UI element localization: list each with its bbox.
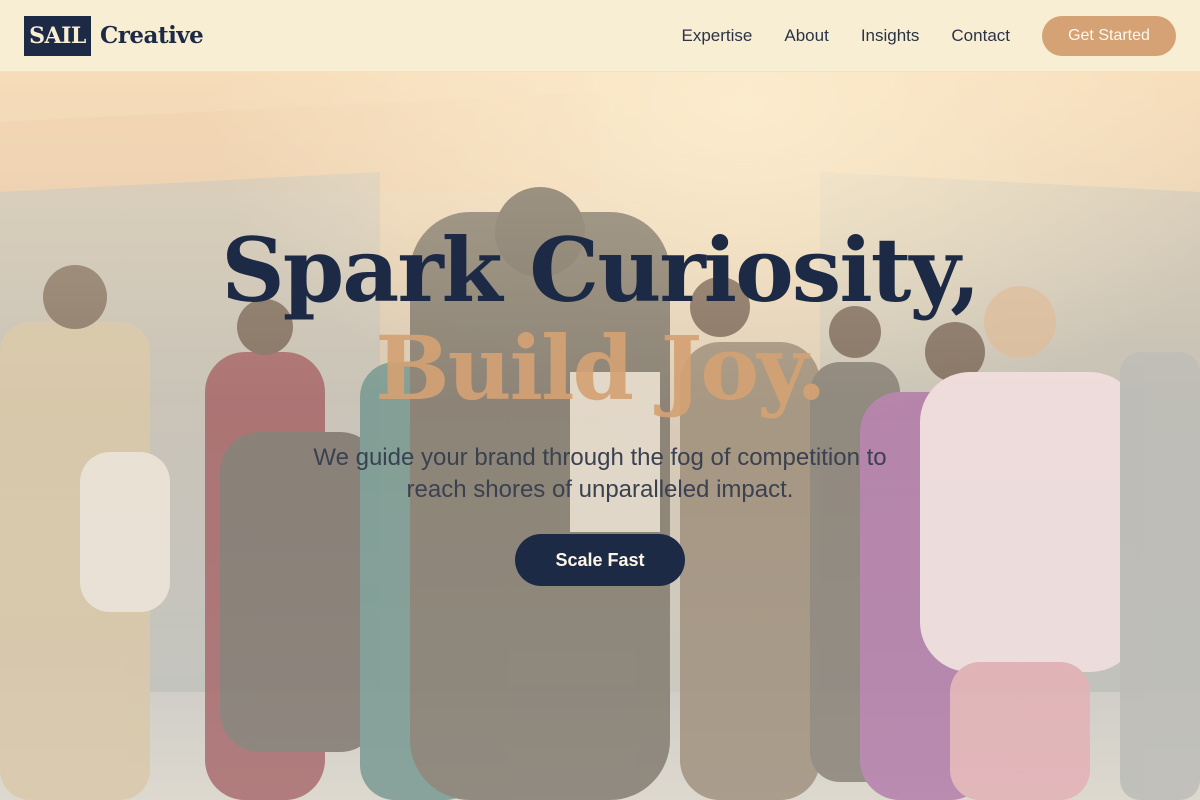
hero-overlay: [0, 72, 1200, 800]
nav-link-contact[interactable]: Contact: [951, 26, 1010, 46]
logo[interactable]: SAIL Creative: [24, 15, 204, 56]
logo-wordmark: Creative: [100, 22, 204, 49]
scale-fast-button[interactable]: Scale Fast: [515, 534, 685, 586]
site-header: SAIL Creative Expertise About Insights C…: [0, 0, 1200, 72]
get-started-button[interactable]: Get Started: [1042, 15, 1176, 56]
nav-link-expertise[interactable]: Expertise: [682, 26, 753, 46]
hero-section: Spark Curiosity, Build Joy. We guide you…: [0, 72, 1200, 800]
hero-headline-line2: Build Joy.: [375, 316, 826, 420]
logo-mark: SAIL: [24, 15, 91, 56]
nav-link-about[interactable]: About: [784, 26, 828, 46]
hero-subtitle: We guide your brand through the fog of c…: [313, 444, 887, 503]
nav-link-insights[interactable]: Insights: [861, 26, 920, 46]
hero-headline-line1: Spark Curiosity,: [221, 218, 981, 322]
main-nav: Expertise About Insights Contact Get Sta…: [682, 15, 1176, 56]
